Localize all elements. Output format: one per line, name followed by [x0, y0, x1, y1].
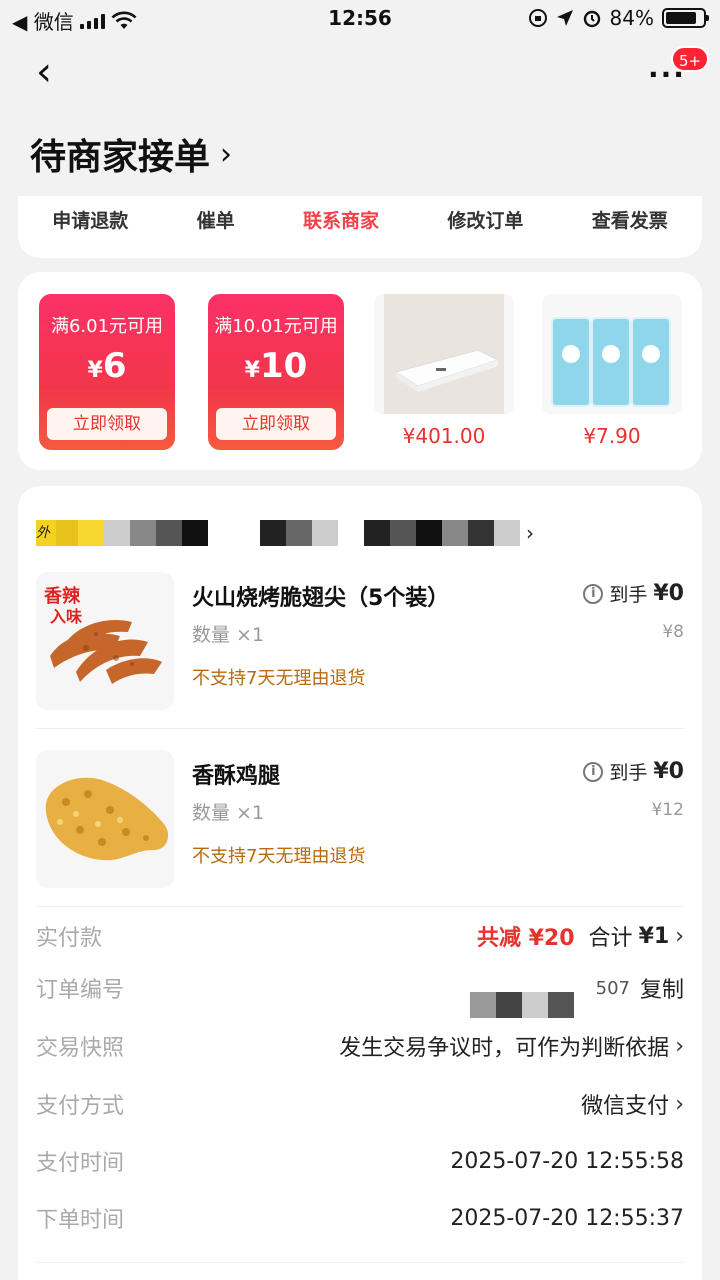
location-icon — [556, 10, 573, 26]
battery-icon — [662, 8, 709, 28]
order-item[interactable]: 香辣 入味 火山烧烤脆翅尖（5个装） 数量 ×1 不支持7天无理由退货 i 到手 … — [18, 572, 702, 712]
order-detail-card: 外 › 香辣 入味 火山烧烤脆翅尖（5个装） 数量 ×1 不支持7天无理由退货 i… — [18, 486, 702, 1280]
product-tissue[interactable]: ¥7.90 — [542, 294, 682, 448]
page-title: 待商家接单 — [30, 137, 211, 178]
divider — [36, 1262, 684, 1263]
tissue-image — [542, 294, 682, 414]
order-status-title[interactable]: 待商家接单 › — [30, 128, 232, 180]
order-time-row: 下单时间 2025-07-20 12:55:37 — [36, 1198, 684, 1238]
payment-method-row[interactable]: 支付方式 微信支付 › — [36, 1084, 684, 1124]
status-bar: ◀ 微信 12:56 84% — [0, 0, 720, 40]
view-invoice-button[interactable]: 查看发票 — [592, 206, 668, 233]
paid-amount-row[interactable]: 实付款 共减 ¥20 合计 ¥1 › — [36, 916, 684, 956]
chevron-right-icon: › — [675, 923, 684, 949]
coupon-card[interactable]: 满6.01元可用 ¥6 立即领取 — [39, 294, 175, 450]
coupon-condition: 满6.01元可用 — [50, 316, 164, 337]
order-time-value: 2025-07-20 12:55:37 — [450, 1205, 684, 1231]
coupon-card[interactable]: 满10.01元可用 ¥10 立即领取 — [208, 294, 344, 450]
final-price-value: ¥0 — [653, 759, 684, 784]
order-number-label: 订单编号 — [36, 978, 125, 1003]
order-number-partial: 507 — [595, 977, 630, 999]
original-price: ¥8 — [662, 622, 684, 642]
back-icon: ‹ — [36, 49, 52, 95]
svg-text:入味: 入味 — [50, 607, 82, 626]
product-mattress[interactable]: ¥401.00 — [374, 294, 514, 448]
paid-amount-value: 共减 ¥20 合计 ¥1 › — [477, 920, 684, 952]
drumstick-image — [36, 750, 174, 888]
order-item[interactable]: 香酥鸡腿 数量 ×1 不支持7天无理由退货 i 到手 ¥0 ¥12 — [18, 750, 702, 890]
snapshot-row[interactable]: 交易快照 发生交易争议时，可作为判断依据 › — [36, 1026, 684, 1066]
promo-card: 满6.01元可用 ¥6 立即领取 满10.01元可用 ¥10 立即领取 ¥401… — [18, 272, 702, 470]
chevron-right-icon: › — [220, 136, 233, 172]
wings-image: 香辣 入味 — [36, 572, 174, 710]
paid-amount-label: 实付款 — [36, 926, 103, 951]
redaction — [470, 992, 574, 1018]
order-actions: 申请退款 催单 联系商家 修改订单 查看发票 — [18, 196, 702, 258]
order-number-row: 订单编号 507 复制 — [36, 968, 684, 1008]
discount-total: 共减 ¥20 — [476, 926, 575, 951]
payment-time-row: 支付时间 2025-07-20 12:55:58 — [36, 1141, 684, 1181]
total-prefix: 合计 — [588, 926, 633, 951]
order-time-label: 下单时间 — [36, 1208, 125, 1233]
divider — [36, 906, 684, 907]
status-right: 84% — [528, 6, 709, 30]
return-policy: 不支持7天无理由退货 — [192, 846, 366, 867]
payment-method-value: 微信支付 — [581, 1094, 670, 1119]
order-number-value: 507 复制 — [596, 972, 684, 1004]
back-button[interactable]: ‹ — [36, 52, 72, 92]
final-price-label: 到手 — [609, 584, 648, 606]
final-price: i 到手 ¥0 — [583, 758, 684, 785]
product-price: ¥7.90 — [583, 424, 641, 448]
item-quantity: 数量 ×1 — [192, 802, 265, 824]
item-quantity: 数量 ×1 — [192, 624, 265, 646]
copy-button[interactable]: 复制 — [640, 972, 684, 1004]
urge-button[interactable]: 催单 — [197, 206, 235, 233]
final-price: i 到手 ¥0 — [583, 580, 684, 607]
chevron-right-icon: › — [526, 521, 534, 545]
payment-time-label: 支付时间 — [36, 1151, 125, 1176]
original-price: ¥12 — [651, 800, 684, 820]
notification-badge: 5+ — [671, 46, 710, 72]
refund-button[interactable]: 申请退款 — [52, 206, 128, 233]
snapshot-value: 发生交易争议时，可作为判断依据 — [339, 1036, 670, 1061]
svg-text:香辣: 香辣 — [43, 585, 81, 607]
shop-name: 外 — [36, 520, 56, 546]
return-policy: 不支持7天无理由退货 — [192, 668, 366, 689]
item-name: 火山烧烤脆翅尖（5个装） — [192, 586, 450, 611]
snapshot-label: 交易快照 — [36, 1036, 125, 1061]
final-price-value: ¥0 — [653, 581, 684, 606]
claim-coupon-button[interactable]: 立即领取 — [216, 408, 336, 440]
payment-time-value: 2025-07-20 12:55:58 — [450, 1148, 684, 1174]
modify-order-button[interactable]: 修改订单 — [447, 206, 523, 233]
alarm-icon — [583, 10, 600, 28]
coupon-amount: ¥6 — [87, 346, 127, 386]
divider — [36, 728, 684, 729]
info-icon[interactable]: i — [583, 583, 604, 604]
coupon-amount: ¥10 — [244, 346, 308, 386]
payment-method-label: 支付方式 — [36, 1094, 125, 1119]
final-price-label: 到手 — [609, 762, 648, 784]
shop-header[interactable]: 外 › — [36, 520, 534, 546]
info-icon[interactable]: i — [583, 761, 604, 782]
mattress-image — [374, 294, 514, 414]
claim-coupon-button[interactable]: 立即领取 — [47, 408, 167, 440]
orientation-lock-icon — [528, 9, 547, 27]
chevron-right-icon: › — [675, 1091, 684, 1117]
product-price: ¥401.00 — [402, 424, 486, 448]
contact-merchant-button[interactable]: 联系商家 — [303, 206, 379, 233]
coupon-condition: 满10.01元可用 — [214, 316, 338, 337]
chevron-right-icon: › — [675, 1033, 684, 1059]
total-value: ¥1 — [638, 923, 670, 949]
battery-percent: 84% — [609, 6, 654, 30]
item-name: 香酥鸡腿 — [192, 764, 281, 789]
